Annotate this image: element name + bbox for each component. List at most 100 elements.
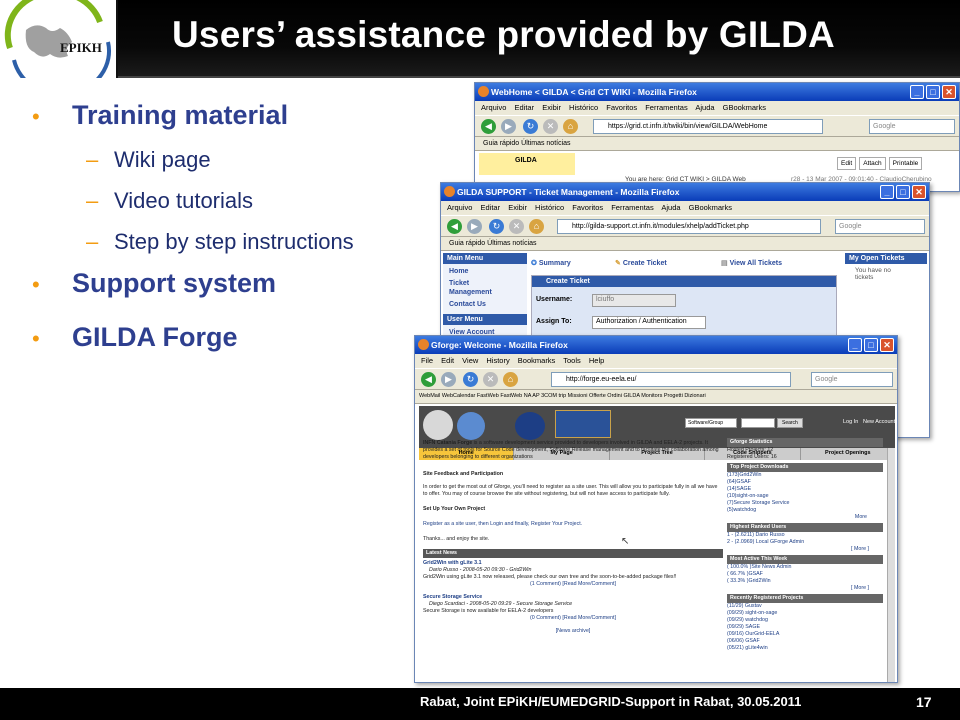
recent-project[interactable]: (06/06) GSAF <box>727 638 883 645</box>
sub-bullet-wiki-page: Wiki page <box>114 147 211 172</box>
user-menu-title: User Menu <box>443 314 527 325</box>
back-arrow-icon[interactable]: ◀ <box>421 372 436 387</box>
reload-icon[interactable]: ↻ <box>523 119 538 134</box>
maximize-button[interactable]: □ <box>926 85 940 99</box>
bookmarks-bar[interactable]: Guia rápido Últimas notícias <box>441 237 929 251</box>
news-title[interactable]: Grid2Win with gLite 3.1 <box>423 560 723 567</box>
navigation-bar: ◀ ▶ ↻ ✕ ⌂ http://forge.eu-eela.eu/ Googl… <box>415 368 897 390</box>
tab-view-all-tickets[interactable]: ▤ View All Tickets <box>721 259 782 267</box>
recent-project[interactable]: (09/16) OurGrid-EELA <box>727 631 883 638</box>
close-button[interactable]: ✕ <box>912 185 926 199</box>
edit-button[interactable]: Edit <box>837 157 857 170</box>
menu-contact-us[interactable]: Contact Us <box>443 299 527 310</box>
ranked-more-link[interactable]: [ More ] <box>727 546 883 553</box>
title-divider <box>118 76 960 78</box>
address-bar[interactable]: http://gilda-support.ct.infn.it/modules/… <box>557 219 821 234</box>
downloads-more-link[interactable]: More <box>727 514 883 521</box>
minimize-button[interactable]: _ <box>848 338 862 352</box>
login-link[interactable]: Log In <box>843 419 858 425</box>
search-input[interactable]: Google <box>835 219 925 234</box>
news-comments[interactable]: (0 Comment) [Read More/Comment] <box>423 615 723 622</box>
software-group-select[interactable]: Software/Group <box>685 418 737 428</box>
active-item[interactable]: ( 33.3% )Grid2Win <box>727 578 883 585</box>
search-input[interactable]: Google <box>869 119 955 134</box>
news-text: Secure Storage is now available for EELA… <box>423 608 554 614</box>
download-item[interactable]: (10)sight-on-sage <box>727 493 883 500</box>
window-title: WebHome < GILDA < Grid CT WIKI - Mozilla… <box>491 87 697 97</box>
download-item[interactable]: (173)Grid2Win <box>727 472 883 479</box>
site-feedback-title: Site Feedback and Participation <box>423 471 504 477</box>
tab-create-ticket[interactable]: ✎ Create Ticket <box>615 259 667 267</box>
back-arrow-icon[interactable]: ◀ <box>481 119 496 134</box>
recent-project[interactable]: (09/29) SAGE <box>727 624 883 631</box>
ranked-user[interactable]: 2 - (2.0969) Local GForge Admin <box>727 539 883 546</box>
close-button[interactable]: ✕ <box>942 85 956 99</box>
recent-project[interactable]: (11/29) Gustav <box>727 603 883 610</box>
bookmarks-bar[interactable]: Guia rápido Últimas notícias <box>475 137 959 151</box>
forge-search-field[interactable] <box>741 418 775 428</box>
tab-create-ticket-label: Create Ticket <box>622 260 667 267</box>
home-icon[interactable]: ⌂ <box>529 219 544 234</box>
page-number: 17 <box>916 694 932 710</box>
reload-icon[interactable]: ↻ <box>463 372 478 387</box>
stats-users: Registered Users: 16 <box>727 454 777 460</box>
download-item[interactable]: (5)watchdog <box>727 507 883 514</box>
epikh-logo <box>0 0 118 97</box>
window-title: GILDA SUPPORT - Ticket Management - Mozi… <box>457 187 680 197</box>
setup-project-text[interactable]: Register as a site user, then Login and … <box>423 521 723 528</box>
active-item[interactable]: ( 66.7% )GSAF <box>727 571 883 578</box>
forge-search-button[interactable]: Search <box>777 418 803 428</box>
forward-arrow-icon[interactable]: ▶ <box>467 219 482 234</box>
reload-icon[interactable]: ↻ <box>489 219 504 234</box>
sub-bullet-video-tutorials: Video tutorials <box>114 188 254 213</box>
stop-icon[interactable]: ✕ <box>543 119 558 134</box>
attach-button[interactable]: Attach <box>859 157 886 170</box>
wiki-actions: Edit Attach Printable <box>837 157 923 170</box>
menu-ticket-management[interactable]: Ticket Management <box>443 277 513 299</box>
tab-summary[interactable]: ✪ Summary <box>531 259 571 267</box>
address-bar[interactable]: http://forge.eu-eela.eu/ <box>551 372 791 387</box>
bookmarks-bar[interactable]: WebMail WebCalendar FastWeb FastWeb NA A… <box>415 390 897 404</box>
window-titlebar: Gforge: Welcome - Mozilla Firefox _ □ ✕ <box>415 336 897 354</box>
maximize-button[interactable]: □ <box>864 338 878 352</box>
bullet-gilda-forge: GILDA Forge <box>72 322 238 352</box>
address-bar[interactable]: https://grid.ct.infn.it/twiki/bin/view/G… <box>593 119 823 134</box>
recent-project[interactable]: (05/21) gLite4win <box>727 645 883 652</box>
download-item[interactable]: (64)GSAF <box>727 479 883 486</box>
news-archive-link[interactable]: [News archive] <box>423 628 723 635</box>
stop-icon[interactable]: ✕ <box>509 219 524 234</box>
home-icon[interactable]: ⌂ <box>563 119 578 134</box>
close-button[interactable]: ✕ <box>880 338 894 352</box>
forge-intro-bold: INFN Catania Forge <box>423 440 473 446</box>
home-icon[interactable]: ⌂ <box>503 372 518 387</box>
recent-project[interactable]: (09/29) sight-on-sage <box>727 610 883 617</box>
wiki-web-label[interactable]: GILDA <box>479 153 575 175</box>
news-comments[interactable]: (1 Comment) [Read More/Comment] <box>423 581 723 588</box>
menu-bar[interactable]: Arquivo Editar Exibir Histórico Favorito… <box>441 201 929 215</box>
printable-button[interactable]: Printable <box>888 157 923 170</box>
menu-home[interactable]: Home <box>443 264 527 277</box>
maximize-button[interactable]: □ <box>896 185 910 199</box>
search-input[interactable]: Google <box>811 372 893 387</box>
assign-to-select[interactable]: Authorization / Authentication <box>592 316 706 329</box>
menu-bar[interactable]: Arquivo Editar Exibir Histórico Favorito… <box>475 101 959 115</box>
download-item[interactable]: (7)Secure Storage Service <box>727 500 883 507</box>
news-title[interactable]: Secure Storage Service <box>423 594 723 601</box>
minimize-button[interactable]: _ <box>880 185 894 199</box>
menu-bar[interactable]: File Edit View History Bookmarks Tools H… <box>415 354 897 368</box>
logo-globe-icon <box>4 0 112 97</box>
forward-arrow-icon[interactable]: ▶ <box>501 119 516 134</box>
ranked-user[interactable]: 1 - (2.6211) Dario Russo <box>727 532 883 539</box>
active-more-link[interactable]: [ More ] <box>727 585 883 592</box>
vertical-scrollbar[interactable] <box>887 448 895 682</box>
minimize-button[interactable]: _ <box>910 85 924 99</box>
active-item[interactable]: ( 100.0% )Site News Admin <box>727 564 883 571</box>
logo-text: EPIKH <box>60 40 102 55</box>
back-arrow-icon[interactable]: ◀ <box>447 219 462 234</box>
download-item[interactable]: (14)SAGE <box>727 486 883 493</box>
recent-project[interactable]: (09/29) watchdog <box>727 617 883 624</box>
username-field[interactable]: lciuffo <box>592 294 676 307</box>
forward-arrow-icon[interactable]: ▶ <box>441 372 456 387</box>
stop-icon[interactable]: ✕ <box>483 372 498 387</box>
new-account-link[interactable]: New Account <box>863 419 895 425</box>
